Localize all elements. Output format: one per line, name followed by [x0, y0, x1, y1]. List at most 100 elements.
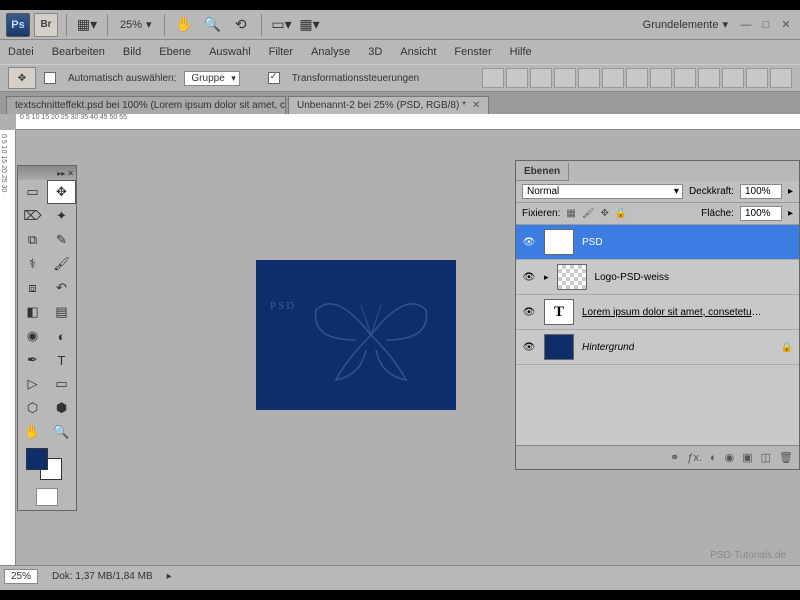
screen-mode-icon[interactable]: ▭▾ [270, 13, 294, 37]
layer-name-hintergrund[interactable]: Hintergrund [582, 342, 634, 353]
brush-tool[interactable]: 🖌 [47, 252, 76, 276]
mask-icon[interactable]: ◐ [710, 452, 717, 464]
menu-analyse[interactable]: Analyse [311, 46, 350, 58]
align-icon-2[interactable] [506, 68, 528, 88]
arrange-docs-icon[interactable]: ▦▾ [75, 13, 99, 37]
fx-icon[interactable]: ƒx. [687, 452, 702, 464]
close-icon[interactable]: ✕ [778, 17, 794, 33]
lock-transparency-icon[interactable]: ▦ [566, 208, 575, 219]
status-zoom[interactable]: 25% [4, 569, 38, 584]
dodge-tool[interactable]: ◐ [47, 324, 76, 348]
menu-filter[interactable]: Filter [269, 46, 293, 58]
menu-ansicht[interactable]: Ansicht [400, 46, 436, 58]
opacity-field[interactable]: 100% [740, 184, 782, 199]
new-layer-icon[interactable]: ◫ [761, 451, 771, 464]
align-icon-4[interactable] [554, 68, 576, 88]
layer-lorem[interactable]: 👁 T Lorem ipsum dolor sit amet, consetet… [516, 295, 799, 330]
marquee-tool[interactable]: ▭ [18, 180, 47, 204]
workspace-dropdown-icon[interactable]: ▾ [722, 18, 728, 31]
distribute-icon-4[interactable] [698, 68, 720, 88]
toolbox-close-icon[interactable]: ✕ [67, 169, 74, 178]
zoom-tool-icon[interactable]: 🔍 [201, 13, 225, 37]
pen-tool[interactable]: ✒ [18, 348, 47, 372]
distribute-icon-6[interactable] [746, 68, 768, 88]
menu-datei[interactable]: Datei [8, 46, 34, 58]
auto-select-checkbox[interactable] [44, 72, 56, 84]
menu-auswahl[interactable]: Auswahl [209, 46, 251, 58]
zoom-dropdown-icon[interactable]: ▾ [146, 18, 152, 31]
menu-bearbeiten[interactable]: Bearbeiten [52, 46, 105, 58]
ruler-vertical[interactable]: 0 5 10 15 20 25 30 [0, 130, 16, 587]
current-tool-move[interactable]: ✥ [8, 67, 36, 89]
lock-pixels-icon[interactable]: 🖌 [582, 208, 595, 219]
workspace-switcher[interactable]: Grundelemente [643, 19, 719, 31]
group-icon[interactable]: ▣ [742, 451, 752, 464]
clone-stamp-tool[interactable]: ⧈ [18, 276, 47, 300]
layer-name-lorem[interactable]: Lorem ipsum dolor sit amet, consetetur s… [582, 307, 762, 318]
zoom-tool[interactable]: 🔍 [47, 420, 76, 444]
align-icon-6[interactable] [602, 68, 624, 88]
layers-panel[interactable]: Ebenen Normal Deckkraft: 100% ▸ Fixieren… [515, 160, 800, 470]
panel-tab-ebenen[interactable]: Ebenen [516, 163, 569, 181]
rotate-view-icon[interactable]: ⟲ [229, 13, 253, 37]
blend-mode-select[interactable]: Normal [522, 184, 683, 199]
history-brush-tool[interactable]: ↶ [47, 276, 76, 300]
magic-wand-tool[interactable]: ✦ [47, 204, 76, 228]
menu-3d[interactable]: 3D [368, 46, 382, 58]
lasso-tool[interactable]: ⌦ [18, 204, 47, 228]
move-tool[interactable]: ✥ [47, 180, 76, 204]
layer-name-logo[interactable]: Logo-PSD-weiss [595, 272, 669, 283]
status-arrow-icon[interactable]: ▸ [167, 571, 172, 582]
fill-field[interactable]: 100% [740, 206, 782, 221]
layer-psd[interactable]: 👁 T PSD [516, 225, 799, 260]
layer-visibility-icon[interactable]: 👁 [522, 305, 536, 319]
zoom-display[interactable]: 25% [120, 19, 142, 31]
blur-tool[interactable]: ◉ [18, 324, 47, 348]
ruler-horizontal[interactable]: 0 5 10 15 20 25 30 35 40 45 50 55 [16, 114, 800, 130]
distribute-icon-3[interactable] [674, 68, 696, 88]
eyedropper-tool[interactable]: ✎ [47, 228, 76, 252]
menu-bild[interactable]: Bild [123, 46, 141, 58]
maximize-icon[interactable]: □ [758, 17, 774, 33]
layer-visibility-icon[interactable]: 👁 [522, 270, 536, 284]
distribute-icon-1[interactable] [626, 68, 648, 88]
menu-fenster[interactable]: Fenster [454, 46, 491, 58]
lock-all-icon[interactable]: 🔒 [615, 208, 627, 219]
menu-hilfe[interactable]: Hilfe [510, 46, 532, 58]
toolbox[interactable]: ▸▸✕ ▭ ✥ ⌦ ✦ ⧉ ✎ ⚕ 🖌 ⧈ ↶ ◧ ▤ ◉ ◐ ✒ T ▷ ▭ … [17, 165, 77, 511]
healing-brush-tool[interactable]: ⚕ [18, 252, 47, 276]
3d-tool[interactable]: ⬡ [18, 396, 47, 420]
auto-select-dropdown[interactable]: Gruppe [184, 71, 239, 86]
hand-tool[interactable]: ✋ [18, 420, 47, 444]
layer-name-psd[interactable]: PSD [582, 237, 603, 248]
quick-mask-button[interactable] [36, 488, 58, 506]
delete-layer-icon[interactable]: 🗑 [779, 451, 793, 464]
align-icon-5[interactable] [578, 68, 600, 88]
3d-camera-tool[interactable]: ⬢ [47, 396, 76, 420]
auto-align-icon[interactable] [770, 68, 792, 88]
hand-tool-icon[interactable]: ✋ [173, 13, 197, 37]
link-layers-icon[interactable]: ⚭ [670, 451, 679, 464]
shape-tool[interactable]: ▭ [47, 372, 76, 396]
opacity-flyout-icon[interactable]: ▸ [788, 186, 793, 197]
crop-tool[interactable]: ⧉ [18, 228, 47, 252]
layer-visibility-icon[interactable]: 👁 [522, 340, 536, 354]
minimize-icon[interactable]: — [738, 17, 754, 33]
document-canvas[interactable]: PSD [256, 260, 456, 410]
extras-icon[interactable]: ▦▾ [298, 13, 322, 37]
align-icon-1[interactable] [482, 68, 504, 88]
lock-position-icon[interactable]: ✥ [601, 208, 609, 219]
transform-controls-checkbox[interactable] [268, 72, 280, 84]
gradient-tool[interactable]: ▤ [47, 300, 76, 324]
toolbox-collapse-icon[interactable]: ▸▸ [57, 169, 65, 178]
bridge-button[interactable]: Br [34, 13, 58, 37]
layer-visibility-icon[interactable]: 👁 [522, 235, 536, 249]
fill-flyout-icon[interactable]: ▸ [788, 208, 793, 219]
distribute-icon-5[interactable] [722, 68, 744, 88]
document-tab-1[interactable]: textschnitteffekt.psd bei 100% (Lorem ip… [6, 96, 286, 114]
layer-logo[interactable]: 👁 ▸ Logo-PSD-weiss [516, 260, 799, 295]
document-tab-2[interactable]: Unbenannt-2 bei 25% (PSD, RGB/8) * ✕ [288, 96, 489, 114]
align-icon-3[interactable] [530, 68, 552, 88]
menu-ebene[interactable]: Ebene [159, 46, 191, 58]
type-tool[interactable]: T [47, 348, 76, 372]
